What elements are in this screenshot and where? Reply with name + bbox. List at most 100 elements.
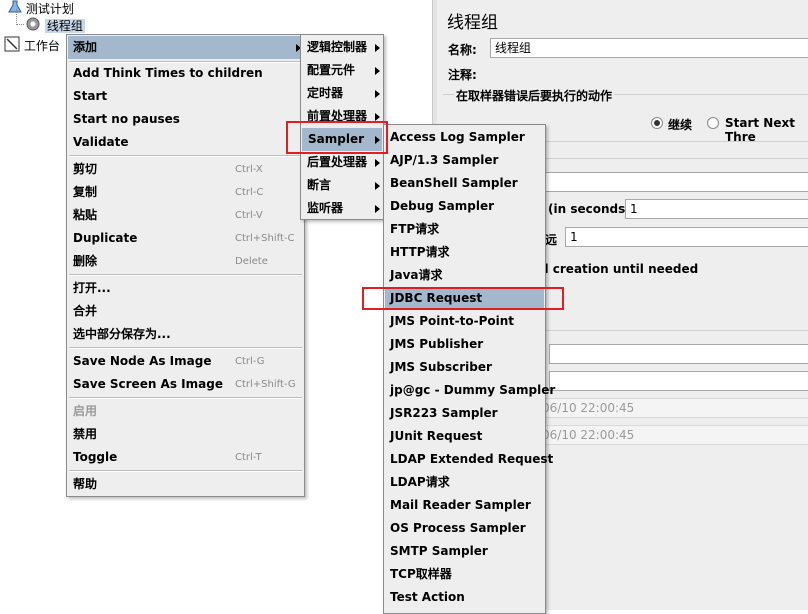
menu-item-start-no-pauses[interactable]: Start no pauses (73, 108, 180, 131)
duration-field[interactable] (549, 344, 808, 364)
sampler-item[interactable]: Access Log Sampler (385, 126, 544, 149)
sampler-item[interactable]: Java请求 (385, 264, 544, 287)
submenu-arrow-icon (375, 67, 380, 75)
sampler-item[interactable]: JMS Subscriber (385, 356, 544, 379)
menu-item-save-node-image[interactable]: Save Node As Image (73, 350, 211, 373)
sampler-item[interactable]: AJP/1.3 Sampler (385, 149, 544, 172)
end-time-field[interactable]: 06/10 22:00:45 (537, 425, 808, 445)
menu-item-config-element[interactable]: 配置元件 (307, 59, 355, 82)
tree-node-workbench[interactable]: 工作台 (4, 36, 60, 54)
sampler-item[interactable]: JDBC Request (385, 287, 544, 310)
sampler-item[interactable]: TCP取样器 (385, 563, 544, 586)
menu-separator (69, 274, 302, 276)
sampler-item[interactable]: JMS Point-to-Point (385, 310, 544, 333)
menu-item-post-processor[interactable]: 后置处理器 (307, 151, 367, 174)
sampler-item[interactable]: JSR223 Sampler (385, 402, 544, 425)
sampler-item[interactable]: OS Process Sampler (385, 517, 544, 540)
sampler-item[interactable]: HTTP请求 (385, 241, 544, 264)
submenu-arrow-icon (375, 90, 380, 98)
menu-item-enable: 启用 (73, 404, 98, 418)
menu-item-validate[interactable]: Validate (73, 131, 129, 154)
menu-separator (69, 155, 302, 157)
shortcut-delete: Delete (235, 256, 268, 267)
shortcut-copy: Ctrl-C (235, 187, 264, 198)
menu-item-sampler[interactable]: Sampler (302, 128, 382, 151)
submenu-arrow-icon (375, 159, 380, 167)
shortcut-save-screen-image: Ctrl+Shift-G (235, 379, 296, 390)
shortcut-cut: Ctrl-X (235, 164, 263, 175)
shortcut-toggle: Ctrl-T (235, 452, 262, 463)
submenu-arrow-icon (375, 136, 380, 144)
context-menu: 添加 Add Think Times to children Start Sta… (66, 34, 305, 497)
tree-label-test-plan: 测试计划 (25, 2, 74, 16)
sampler-item[interactable]: FTP请求 (385, 218, 544, 241)
sampler-item[interactable]: Test Action (385, 586, 544, 609)
submenu-arrow-icon (375, 205, 380, 213)
menu-item-merge[interactable]: 合并 (73, 300, 97, 323)
comments-field[interactable] (490, 63, 808, 83)
tree-label-workbench: 工作台 (23, 39, 60, 53)
menu-item-save-selection[interactable]: 选中部分保存为... (73, 323, 171, 346)
shortcut-duplicate: Ctrl+Shift-C (235, 233, 295, 244)
menu-item-cut[interactable]: 剪切 (73, 158, 97, 181)
menu-separator (69, 347, 302, 349)
menu-item-disable[interactable]: 禁用 (73, 423, 97, 446)
tree-node-thread-group[interactable]: 线程组 (25, 16, 85, 34)
menu-item-sampler-label: Sampler (308, 132, 365, 146)
sampler-item[interactable]: jp@gc - Dummy Sampler (385, 379, 555, 402)
gear-icon (25, 16, 41, 37)
menu-item-pre-processor[interactable]: 前置处理器 (307, 105, 367, 128)
thread-count-field[interactable] (545, 172, 808, 192)
startup-delay-field[interactable] (549, 371, 808, 391)
menu-separator (69, 470, 302, 472)
sampler-item[interactable]: Mail Reader Sampler (385, 494, 544, 517)
start-time-field[interactable]: 06/10 22:00:45 (537, 398, 808, 418)
menu-item-start[interactable]: Start (73, 85, 107, 108)
workbench-icon (4, 36, 20, 57)
continue-radio[interactable] (651, 117, 663, 129)
menu-item-duplicate[interactable]: Duplicate (73, 227, 137, 250)
ramp-up-label: (in seconds): (548, 202, 636, 216)
submenu-arrow-icon (375, 182, 380, 190)
name-field[interactable]: 线程组 (490, 38, 808, 58)
loop-label: 远 (545, 233, 558, 247)
sampler-item[interactable]: LDAP请求 (385, 471, 544, 494)
menu-item-save-screen-image[interactable]: Save Screen As Image (73, 373, 223, 396)
sampler-item[interactable]: JUnit Request (385, 425, 544, 448)
delay-creation-label: d creation until needed (540, 262, 699, 276)
error-action-label: 在取样器错误后要执行的动作 (454, 87, 615, 104)
menu-item-add-label: 添加 (73, 40, 98, 54)
loop-count-field[interactable]: 1 (565, 227, 808, 247)
menu-item-add-think-times[interactable]: Add Think Times to children (73, 62, 263, 85)
menu-item-assertion[interactable]: 断言 (307, 174, 331, 197)
submenu-arrow-icon (375, 44, 380, 52)
menu-item-open[interactable]: 打开... (73, 277, 111, 300)
sampler-item[interactable]: LDAP Extended Request (385, 448, 553, 471)
menu-item-logic-controller[interactable]: 逻辑控制器 (307, 36, 367, 59)
shortcut-paste: Ctrl-V (235, 210, 263, 221)
tree-label-thread-group: 线程组 (44, 19, 85, 33)
menu-item-delete[interactable]: 删除 (73, 250, 97, 273)
sampler-item[interactable]: JMS Publisher (385, 333, 544, 356)
start-next-radio[interactable] (707, 117, 719, 129)
sampler-item[interactable]: Debug Sampler (385, 195, 544, 218)
menu-item-listener[interactable]: 监听器 (307, 197, 343, 220)
sampler-item[interactable]: SMTP Sampler (385, 540, 544, 563)
sampler-item[interactable]: BeanShell Sampler (385, 172, 544, 195)
menu-item-add[interactable]: 添加 (68, 36, 303, 59)
comments-label: 注释: (448, 68, 477, 82)
ramp-up-field[interactable]: 1 (625, 199, 808, 219)
menu-item-help[interactable]: 帮助 (73, 473, 97, 496)
tree-connector (16, 9, 18, 25)
submenu-arrow-icon (375, 113, 380, 121)
sampler-submenu: Access Log Sampler AJP/1.3 Sampler BeanShe… (383, 124, 555, 614)
add-submenu: 逻辑控制器 配置元件 定时器 前置处理器 Sampler 后置处理器 断言 监听… (300, 34, 384, 220)
start-next-label: Start Next Thre (725, 116, 795, 144)
continue-label: 继续 (668, 118, 693, 132)
menu-item-timer[interactable]: 定时器 (307, 82, 343, 105)
menu-item-copy[interactable]: 复制 (73, 181, 97, 204)
menu-item-paste[interactable]: 粘贴 (73, 204, 97, 227)
name-label: 名称: (448, 43, 477, 57)
panel-title: 线程组 (447, 13, 498, 33)
menu-item-toggle[interactable]: Toggle (73, 446, 117, 469)
